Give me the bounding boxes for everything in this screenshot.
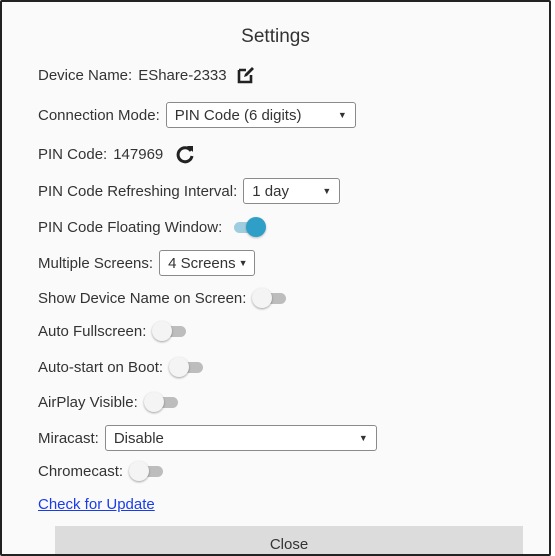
chromecast-toggle[interactable]: [129, 460, 165, 482]
check-update-link[interactable]: Check for Update: [38, 496, 155, 513]
dialog-title: Settings: [241, 26, 310, 47]
multiple-screens-label: Multiple Screens:: [38, 254, 154, 272]
connection-mode-select[interactable]: PIN Code (6 digits) ▼: [165, 102, 356, 128]
chevron-down-icon: ▼: [322, 186, 332, 196]
auto-fullscreen-toggle[interactable]: [152, 320, 188, 342]
pin-code-value: 147969: [113, 145, 164, 163]
auto-start-label: Auto-start on Boot:: [38, 358, 164, 376]
multiple-screens-select[interactable]: 4 Screens ▼: [159, 250, 256, 276]
miracast-select[interactable]: Disable ▼: [104, 425, 377, 451]
auto-start-toggle[interactable]: [169, 356, 205, 378]
miracast-value: Disable: [113, 429, 164, 447]
multiple-screens-row: Multiple Screens: 4 Screens ▼: [38, 250, 256, 276]
pin-floating-label: PIN Code Floating Window:: [38, 218, 223, 236]
device-name-value: EShare-2333: [138, 66, 227, 84]
device-name-row: Device Name: EShare-2333: [38, 66, 255, 84]
chevron-down-icon: ▼: [358, 433, 368, 443]
connection-mode-label: Connection Mode:: [38, 106, 160, 124]
pin-code-row: PIN Code: 147969: [38, 144, 195, 164]
pin-refresh-select[interactable]: 1 day ▼: [243, 178, 341, 204]
chromecast-label: Chromecast:: [38, 462, 124, 480]
check-update-row: Check for Update: [38, 496, 155, 513]
auto-start-row: Auto-start on Boot:: [38, 356, 205, 378]
edit-icon[interactable]: [237, 66, 255, 84]
chromecast-row: Chromecast:: [38, 460, 165, 482]
pin-code-label: PIN Code:: [38, 145, 108, 163]
auto-fullscreen-label: Auto Fullscreen:: [38, 322, 147, 340]
miracast-row: Miracast: Disable ▼: [38, 425, 377, 451]
refresh-icon[interactable]: [175, 144, 195, 164]
show-device-name-row: Show Device Name on Screen:: [38, 287, 288, 309]
chevron-down-icon: ▼: [238, 258, 248, 268]
pin-refresh-label: PIN Code Refreshing Interval:: [38, 182, 238, 200]
airplay-toggle[interactable]: [143, 391, 180, 413]
pin-refresh-row: PIN Code Refreshing Interval: 1 day ▼: [38, 178, 341, 204]
airplay-label: AirPlay Visible:: [38, 393, 138, 411]
settings-dialog: Settings Device Name: EShare-2333 Connec…: [0, 0, 551, 556]
chevron-down-icon: ▼: [337, 110, 347, 120]
auto-fullscreen-row: Auto Fullscreen:: [38, 320, 188, 342]
device-name-label: Device Name:: [38, 66, 133, 84]
show-device-name-toggle[interactable]: [252, 287, 288, 309]
miracast-label: Miracast:: [38, 429, 99, 447]
connection-mode-row: Connection Mode: PIN Code (6 digits) ▼: [38, 102, 356, 128]
pin-refresh-value: 1 day: [252, 182, 289, 200]
pin-floating-toggle[interactable]: [230, 216, 267, 238]
airplay-row: AirPlay Visible:: [38, 391, 180, 413]
multiple-screens-value: 4 Screens: [168, 254, 236, 272]
connection-mode-value: PIN Code (6 digits): [174, 106, 302, 124]
pin-floating-row: PIN Code Floating Window:: [38, 216, 267, 238]
show-device-name-label: Show Device Name on Screen:: [38, 289, 247, 307]
close-button[interactable]: Close: [55, 526, 523, 554]
